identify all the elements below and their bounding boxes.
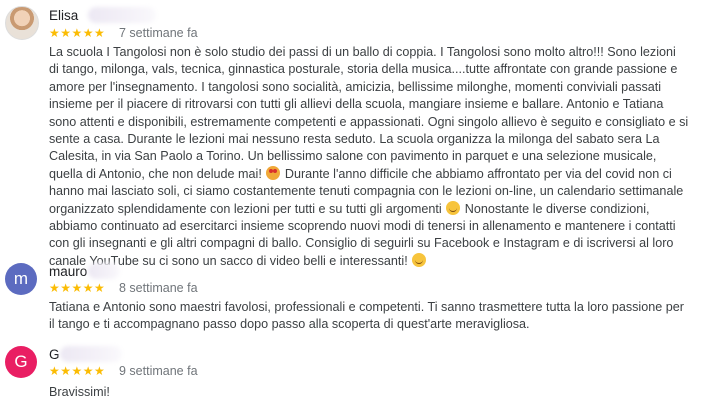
review-text: La scuola I Tangolosi non è solo studio … <box>49 44 689 270</box>
star-rating: ★★★★★ <box>49 281 106 295</box>
smile-emoji-icon <box>446 200 461 215</box>
reviewer-avatar[interactable]: G <box>5 346 37 378</box>
review-text-part: La scuola I Tangolosi non è solo studio … <box>49 45 689 181</box>
reviewer-name[interactable]: G <box>49 347 60 362</box>
heart-eyes-emoji-icon <box>266 165 281 180</box>
reviewer-avatar[interactable] <box>5 6 39 40</box>
star-rating: ★★★★★ <box>49 364 106 378</box>
review-time: 9 settimane fa <box>119 364 198 378</box>
reviewer-name[interactable]: mauro <box>49 264 87 279</box>
reviewer-name[interactable]: Elisa <box>49 8 78 23</box>
redacted-name <box>60 346 122 362</box>
review-text: Bravissimi! <box>49 385 110 399</box>
review-text: Tatiana e Antonio sono maestri favolosi,… <box>49 300 684 332</box>
review-time: 7 settimane fa <box>119 26 198 40</box>
redacted-name <box>88 7 156 23</box>
review-time: 8 settimane fa <box>119 281 198 295</box>
smile-emoji-icon <box>412 252 427 267</box>
reviewer-avatar[interactable]: m <box>5 263 37 295</box>
star-rating: ★★★★★ <box>49 26 106 40</box>
redacted-name <box>88 263 120 279</box>
